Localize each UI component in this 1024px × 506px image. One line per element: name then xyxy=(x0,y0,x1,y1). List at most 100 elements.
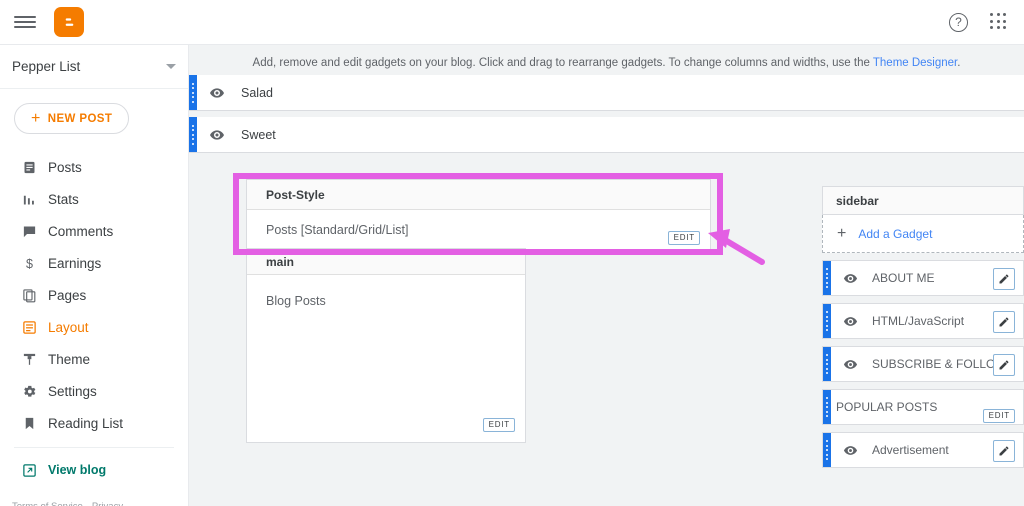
gadget-row-salad[interactable]: Salad xyxy=(189,75,1024,111)
blog-picker[interactable]: Pepper List xyxy=(0,45,188,89)
gadget-row-label: Sweet xyxy=(241,127,276,142)
eye-visible-icon[interactable] xyxy=(843,314,858,329)
svg-text:$: $ xyxy=(26,256,33,270)
blog-posts-label: Blog Posts xyxy=(266,294,326,308)
blogger-logo-icon[interactable] xyxy=(54,7,84,37)
drag-handle[interactable] xyxy=(823,261,831,295)
legal-links: Terms of Service·Privacy· Content Policy xyxy=(12,498,188,506)
gadget-html-javascript[interactable]: HTML/JavaScript xyxy=(822,303,1024,339)
hint-text: Add, remove and edit gadgets on your blo… xyxy=(252,57,873,69)
post-style-edit-button[interactable]: EDIT xyxy=(667,231,700,245)
view-blog-label: View blog xyxy=(48,463,107,477)
add-a-gadget-button[interactable]: + Add a Gadget xyxy=(822,215,1024,253)
theme-icon xyxy=(22,352,48,367)
privacy-link[interactable]: Privacy xyxy=(92,501,123,506)
post-style-row-label: Posts [Standard/Grid/List] xyxy=(266,223,409,237)
earnings-icon: $ xyxy=(22,256,48,271)
legal-separator: · xyxy=(83,501,92,506)
plus-icon: + xyxy=(31,109,41,127)
main-section-header: main xyxy=(247,249,525,275)
left-navigation: Pepper List + NEW POST Posts Stats Comme… xyxy=(0,45,189,506)
sidebar-column-header: sidebar xyxy=(822,186,1024,215)
sidebar-item-label: Settings xyxy=(48,383,97,399)
gadget-advertisement[interactable]: Advertisement xyxy=(822,432,1024,468)
layout-hint-text: Add, remove and edit gadgets on your blo… xyxy=(189,45,1024,69)
sidebar-column: sidebar + Add a Gadget ABOUT ME HTML/Jav… xyxy=(822,186,1024,468)
gadget-about-me[interactable]: ABOUT ME xyxy=(822,260,1024,296)
layout-icon xyxy=(22,320,48,335)
app-root: ? Pepper List + NEW POST Posts Stats Com… xyxy=(0,0,1024,506)
sidebar-item-earnings[interactable]: $ Earnings xyxy=(0,247,188,279)
apps-grid-icon[interactable] xyxy=(990,13,1008,31)
gadget-label: ABOUT ME xyxy=(872,271,935,285)
drag-handle[interactable] xyxy=(823,390,831,424)
gadget-label: HTML/JavaScript xyxy=(872,314,965,328)
sidebar-item-pages[interactable]: Pages xyxy=(0,279,188,311)
sidebar-item-label: Layout xyxy=(48,319,89,335)
post-style-header: Post-Style xyxy=(247,180,710,210)
popular-posts-edit-button[interactable]: EDIT xyxy=(982,409,1015,423)
pencil-edit-icon[interactable] xyxy=(993,311,1015,333)
eye-visible-icon[interactable] xyxy=(209,127,225,143)
sidebar-item-label: Earnings xyxy=(48,255,102,271)
theme-designer-link[interactable]: Theme Designer xyxy=(873,57,957,69)
new-post-label: NEW POST xyxy=(47,112,113,125)
gadget-label: SUBSCRIBE & FOLLOW xyxy=(872,357,1007,371)
sidebar-item-reading-list[interactable]: Reading List xyxy=(0,407,188,439)
external-link-icon xyxy=(22,463,48,478)
top-app-bar: ? xyxy=(0,0,1024,45)
top-bar-actions: ? xyxy=(949,12,1008,32)
sidebar-item-label: Pages xyxy=(48,287,87,303)
gadget-label: POPULAR POSTS xyxy=(836,400,938,414)
chevron-down-icon xyxy=(166,64,176,69)
help-icon[interactable]: ? xyxy=(949,12,968,32)
sidebar-item-comments[interactable]: Comments xyxy=(0,215,188,247)
main-section: main Blog Posts EDIT xyxy=(246,248,526,443)
gadget-popular-posts[interactable]: POPULAR POSTS EDIT xyxy=(822,389,1024,425)
nav-item-list: Posts Stats Comments $ Earnings Pages La… xyxy=(0,151,188,439)
drag-handle[interactable] xyxy=(189,117,197,152)
terms-of-service-link[interactable]: Terms of Service xyxy=(12,501,83,506)
plus-icon: + xyxy=(837,224,847,242)
drag-handle[interactable] xyxy=(823,433,831,467)
pencil-edit-icon[interactable] xyxy=(993,440,1015,462)
sidebar-item-label: Reading List xyxy=(48,415,124,431)
layout-canvas: Add, remove and edit gadgets on your blo… xyxy=(189,45,1024,506)
posts-icon xyxy=(22,160,48,175)
settings-gear-icon xyxy=(22,384,48,399)
pages-icon xyxy=(22,288,48,303)
post-style-section: Post-Style Posts [Standard/Grid/List] ED… xyxy=(246,179,711,253)
sidebar-item-settings[interactable]: Settings xyxy=(0,375,188,407)
drag-handle[interactable] xyxy=(823,304,831,338)
reading-list-bookmark-icon xyxy=(22,416,48,431)
sidebar-item-layout[interactable]: Layout xyxy=(0,311,188,343)
drag-handle[interactable] xyxy=(189,75,197,110)
gadget-row-sweet[interactable]: Sweet xyxy=(189,117,1024,153)
eye-visible-icon[interactable] xyxy=(209,85,225,101)
gadget-row-label: Salad xyxy=(241,85,273,100)
eye-visible-icon[interactable] xyxy=(843,357,858,372)
eye-visible-icon[interactable] xyxy=(843,271,858,286)
pencil-edit-icon[interactable] xyxy=(993,354,1015,376)
blog-name-label: Pepper List xyxy=(12,59,81,74)
gadget-label: Advertisement xyxy=(872,443,949,457)
eye-visible-icon[interactable] xyxy=(843,443,858,458)
sidebar-item-label: Posts xyxy=(48,159,82,175)
legal-separator: · xyxy=(123,501,132,506)
nav-divider xyxy=(14,447,174,448)
sidebar-item-label: Theme xyxy=(48,351,91,367)
sidebar-item-stats[interactable]: Stats xyxy=(0,183,188,215)
sidebar-item-theme[interactable]: Theme xyxy=(0,343,188,375)
add-a-gadget-label: Add a Gadget xyxy=(858,226,933,241)
stats-icon xyxy=(22,192,48,207)
sidebar-item-posts[interactable]: Posts xyxy=(0,151,188,183)
gadget-subscribe-and-follow[interactable]: SUBSCRIBE & FOLLOW xyxy=(822,346,1024,382)
view-blog-link[interactable]: View blog xyxy=(0,454,188,486)
hint-period: . xyxy=(957,57,961,69)
drag-handle[interactable] xyxy=(823,347,831,381)
new-post-button[interactable]: + NEW POST xyxy=(14,103,130,134)
post-style-body: Posts [Standard/Grid/List] EDIT xyxy=(247,210,710,252)
pencil-edit-icon[interactable] xyxy=(993,268,1015,290)
hamburger-menu-icon[interactable] xyxy=(14,14,36,30)
blog-posts-edit-button[interactable]: EDIT xyxy=(482,418,515,432)
